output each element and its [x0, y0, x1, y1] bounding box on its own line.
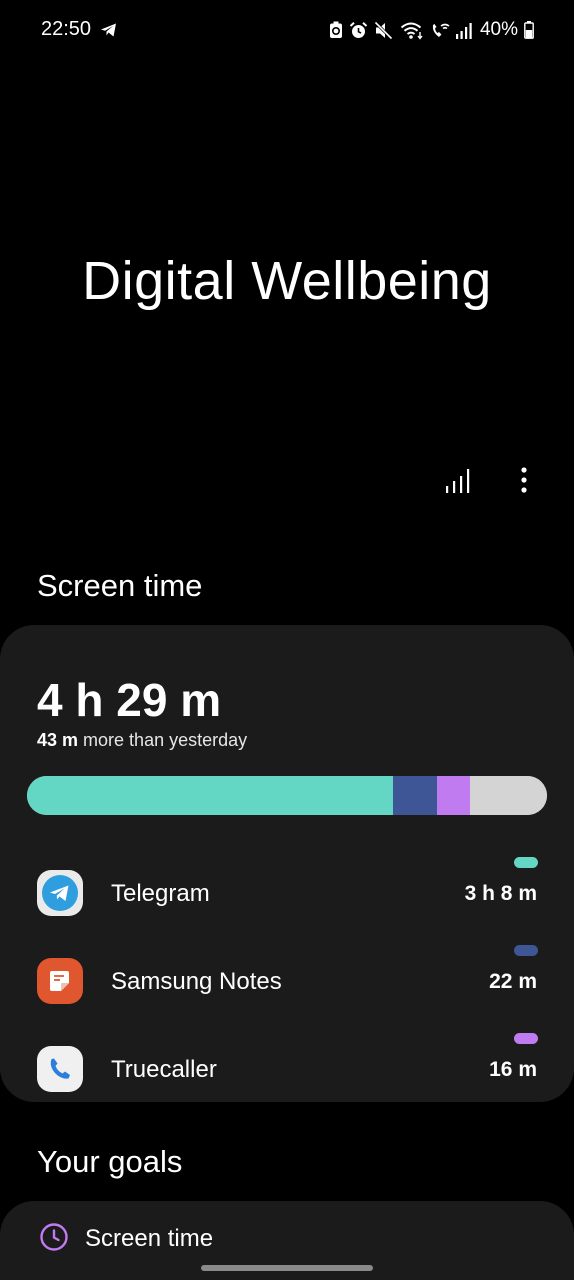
mute-icon: [374, 20, 393, 40]
toolbar: [440, 462, 542, 498]
app-time: 16 m: [489, 1058, 537, 1081]
wifi-calling-icon: [432, 23, 450, 37]
app-color-dot: [514, 1033, 538, 1044]
your-goals-section-title: Your goals: [37, 1144, 183, 1179]
bar-chart-icon: [446, 469, 470, 493]
app-row-samsung-notes[interactable]: Samsung Notes 22 m: [0, 937, 574, 1025]
goal-label: Screen time: [85, 1225, 214, 1252]
more-options-icon: [521, 467, 527, 493]
compare-label: more than yesterday: [83, 730, 248, 750]
status-icons: 40%: [329, 19, 534, 41]
usage-stats-button[interactable]: [440, 462, 476, 498]
compare-value: 43 m: [37, 730, 79, 750]
compare-yesterday: 43 m more than yesterday: [37, 730, 247, 751]
app-name: Samsung Notes: [111, 968, 282, 995]
app-row-telegram[interactable]: Telegram 3 h 8 m: [0, 849, 574, 937]
screen-time-card[interactable]: 4 h 29 m 43 m more than yesterday Telegr…: [0, 625, 574, 1102]
usage-segment-telegram: [27, 776, 393, 815]
app-color-dot: [514, 857, 538, 868]
samsung-notes-app-icon: [37, 958, 83, 1004]
usage-segment-samsung-notes: [392, 776, 438, 815]
app-row-truecaller[interactable]: Truecaller 16 m: [0, 1025, 574, 1113]
app-time: 3 h 8 m: [464, 882, 537, 905]
screen-time-section-title: Screen time: [37, 568, 203, 603]
app-name: Telegram: [111, 880, 210, 907]
status-bar: 22:50 40%: [0, 0, 574, 60]
truecaller-app-icon: [37, 1046, 83, 1092]
battery-percentage: 40%: [479, 19, 518, 40]
app-time: 22 m: [489, 970, 537, 993]
goal-screen-time[interactable]: Screen time: [0, 1201, 574, 1271]
signal-icon: [455, 22, 472, 39]
status-time: 22:50: [41, 18, 92, 40]
battery-saver-icon: [329, 21, 342, 38]
home-indicator[interactable]: [201, 1265, 373, 1271]
telegram-app-icon: [37, 870, 83, 916]
clock-icon: [40, 1223, 68, 1251]
battery-icon: [524, 21, 534, 39]
page-title: Digital Wellbeing: [82, 251, 492, 311]
more-options-button[interactable]: [506, 462, 542, 498]
wifi-icon: [400, 22, 423, 40]
telegram-icon: [101, 23, 116, 37]
total-screen-time: 4 h 29 m: [37, 674, 222, 726]
alarm-icon: [349, 21, 368, 38]
usage-bar: [27, 776, 547, 815]
usage-segment-truecaller: [437, 776, 470, 815]
usage-segment-other: [469, 776, 547, 815]
app-name: Truecaller: [111, 1056, 217, 1083]
app-color-dot: [514, 945, 538, 956]
